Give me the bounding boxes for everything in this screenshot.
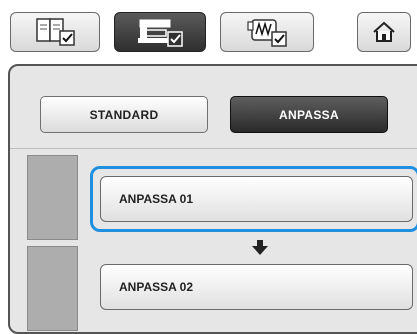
divider xyxy=(10,148,417,149)
book-check-icon xyxy=(36,18,75,46)
list-item-label: ANPASSA 02 xyxy=(119,280,194,294)
sewing-pattern-check-icon xyxy=(247,19,287,47)
home-button[interactable] xyxy=(357,12,411,52)
embroidery-machine-check-icon xyxy=(138,19,183,47)
manual-button[interactable] xyxy=(10,12,100,52)
standard-mode-label: STANDARD xyxy=(89,107,159,122)
arrow-down-icon xyxy=(252,240,268,255)
sewing-button[interactable] xyxy=(220,12,314,52)
anpassa-02-button[interactable]: ANPASSA 02 xyxy=(100,264,413,310)
home-icon xyxy=(373,21,395,42)
embroidery-button[interactable] xyxy=(114,12,206,52)
anpassa-01-button[interactable]: ANPASSA 01 xyxy=(100,176,413,222)
standard-mode-button[interactable]: STANDARD xyxy=(40,96,208,133)
anpassa-mode-label: ANPASSA xyxy=(279,107,339,122)
item-slot-1 xyxy=(27,155,78,240)
anpassa-mode-button[interactable]: ANPASSA xyxy=(230,96,388,133)
item-slot-2 xyxy=(27,246,78,331)
list-item-label: ANPASSA 01 xyxy=(119,192,194,206)
